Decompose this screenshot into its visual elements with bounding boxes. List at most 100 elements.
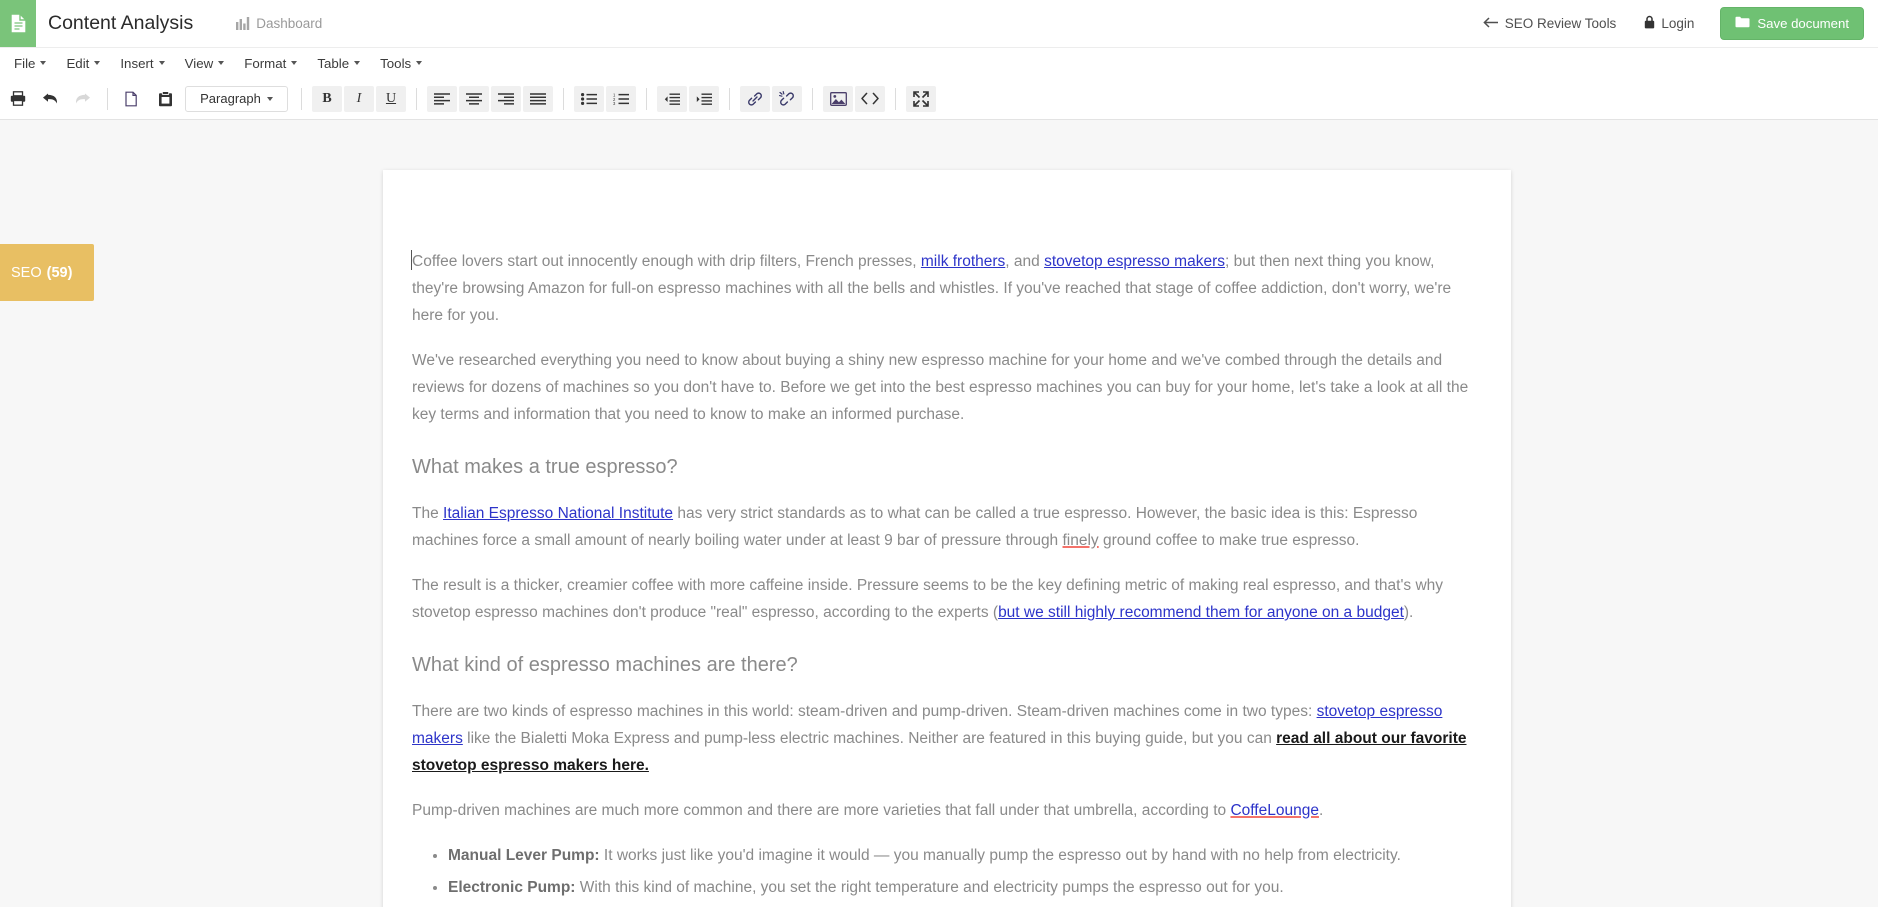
link-budget-recommendation[interactable]: but we still highly recommend them for a… <box>998 604 1404 621</box>
paragraph-6-part-1: Pump-driven machines are much more commo… <box>412 802 1231 819</box>
paragraph-6: Pump-driven machines are much more commo… <box>412 797 1482 824</box>
menu-tools[interactable]: Tools <box>370 52 432 75</box>
login-link[interactable]: Login <box>1630 15 1708 32</box>
paste-icon <box>158 90 173 107</box>
chevron-down-icon <box>354 61 361 65</box>
italic-button[interactable]: I <box>344 85 374 112</box>
link-coffelounge[interactable]: CoffeLounge <box>1230 802 1319 819</box>
link-stovetop-espresso-makers[interactable]: stovetop espresso makers <box>1044 253 1225 270</box>
menu-insert[interactable]: Insert <box>110 52 174 75</box>
menu-table[interactable]: Table <box>307 52 370 75</box>
toolbar-separator <box>812 87 813 110</box>
underline-button[interactable]: U <box>376 85 406 112</box>
source-code-button[interactable] <box>855 85 885 112</box>
list-item-text: It works just like you'd imagine it woul… <box>599 847 1401 864</box>
numbered-list-button[interactable]: 1 2 3 <box>606 85 636 112</box>
login-label: Login <box>1661 16 1695 31</box>
paragraph-2: We've researched everything you need to … <box>412 352 1469 423</box>
toolbar-separator <box>416 87 417 110</box>
bullet-list-icon <box>581 92 597 105</box>
bullet-list-button[interactable] <box>574 85 604 112</box>
insert-image-button[interactable] <box>823 85 853 112</box>
document-icon <box>9 13 27 34</box>
header-actions: SEO Review Tools Login Save document <box>1469 0 1878 47</box>
brand-logo-tile[interactable] <box>0 0 36 47</box>
chevron-down-icon <box>94 61 101 65</box>
undo-button[interactable] <box>35 86 65 112</box>
spellcheck-word-finely[interactable]: finely <box>1063 532 1099 549</box>
link-milk-frothers[interactable]: milk frothers <box>921 253 1005 270</box>
redo-arrow-icon <box>74 91 91 106</box>
menu-file[interactable]: File <box>4 52 56 75</box>
chevron-down-icon <box>40 61 47 65</box>
paragraph-3: The Italian Espresso National Institute … <box>412 500 1482 554</box>
dashboard-link[interactable]: Dashboard <box>236 0 322 47</box>
align-justify-button[interactable] <box>523 85 553 112</box>
toolbar-separator <box>301 87 302 110</box>
outdent-icon <box>664 93 680 105</box>
print-icon <box>10 91 26 106</box>
chevron-down-icon <box>291 61 298 65</box>
menu-insert-label: Insert <box>120 55 154 71</box>
document-page[interactable]: Coffee lovers start out innocently enoug… <box>383 170 1511 907</box>
format-select[interactable]: Paragraph <box>185 85 288 112</box>
paragraph-3-part-1: The <box>412 505 444 522</box>
chevron-down-icon <box>158 61 165 65</box>
seo-badge-score: (59) <box>46 264 73 281</box>
insert-link-button[interactable] <box>740 85 770 112</box>
paragraph-4-part-2: ). <box>1403 604 1414 621</box>
list-item: Electronic Pump: With this kind of machi… <box>448 874 1482 901</box>
toolbar-separator <box>563 87 564 110</box>
menu-edit[interactable]: Edit <box>56 52 110 75</box>
image-icon <box>829 91 847 106</box>
remove-link-button[interactable] <box>772 85 802 112</box>
format-select-value: Paragraph <box>200 91 261 106</box>
align-left-icon <box>434 92 450 105</box>
folder-icon <box>1735 16 1750 31</box>
menu-tools-label: Tools <box>380 55 412 71</box>
link-icon <box>747 91 763 107</box>
arrow-left-icon <box>1483 16 1499 31</box>
bold-icon: B <box>322 90 332 106</box>
app-header: Content Analysis Dashboard SEO Review To… <box>0 0 1878 47</box>
document-body[interactable]: Coffee lovers start out innocently enoug… <box>411 248 1482 907</box>
paragraph-1-part-2: , and <box>1005 253 1045 270</box>
menu-file-label: File <box>14 55 36 71</box>
menu-format[interactable]: Format <box>234 52 307 75</box>
menu-view-label: View <box>184 55 214 71</box>
link-italian-espresso-national-institute[interactable]: Italian Espresso National Institute <box>443 505 673 522</box>
list-item-text: With this kind of machine, you set the r… <box>575 879 1284 896</box>
dashboard-label: Dashboard <box>256 16 323 31</box>
chevron-down-icon <box>266 96 273 101</box>
undo-arrow-icon <box>42 91 59 106</box>
redo-button[interactable] <box>67 86 97 112</box>
align-left-button[interactable] <box>427 85 457 112</box>
seo-score-badge[interactable]: SEO (59) <box>0 244 94 301</box>
numbered-list-icon: 1 2 3 <box>613 93 629 105</box>
lock-icon <box>1644 15 1655 32</box>
heading-what-makes-a-true-espresso: What makes a true espresso? <box>412 456 678 478</box>
save-document-button[interactable]: Save document <box>1720 7 1864 40</box>
outdent-button[interactable] <box>657 85 687 112</box>
toolbar-separator <box>107 87 108 110</box>
copy-icon <box>125 91 141 107</box>
indent-icon <box>696 93 712 105</box>
print-button[interactable] <box>3 86 33 112</box>
align-justify-icon <box>530 92 546 105</box>
seo-review-tools-link[interactable]: SEO Review Tools <box>1469 16 1631 31</box>
align-right-button[interactable] <box>491 85 521 112</box>
paragraph-6-part-2: . <box>1318 802 1324 819</box>
paragraph-3-part-3: ground coffee to make true espresso. <box>1098 532 1360 549</box>
editor-workspace: SEO (59) Coffee lovers start out innocen… <box>0 120 1878 907</box>
menu-view[interactable]: View <box>175 52 235 75</box>
paste-button[interactable] <box>150 86 180 112</box>
align-center-button[interactable] <box>459 85 489 112</box>
fullscreen-icon <box>913 90 929 107</box>
indent-button[interactable] <box>689 85 719 112</box>
copy-button[interactable] <box>118 86 148 112</box>
chevron-down-icon <box>416 61 423 65</box>
chevron-down-icon <box>218 61 225 65</box>
toolbar-separator <box>895 87 896 110</box>
bold-button[interactable]: B <box>312 85 342 112</box>
fullscreen-button[interactable] <box>906 85 936 112</box>
